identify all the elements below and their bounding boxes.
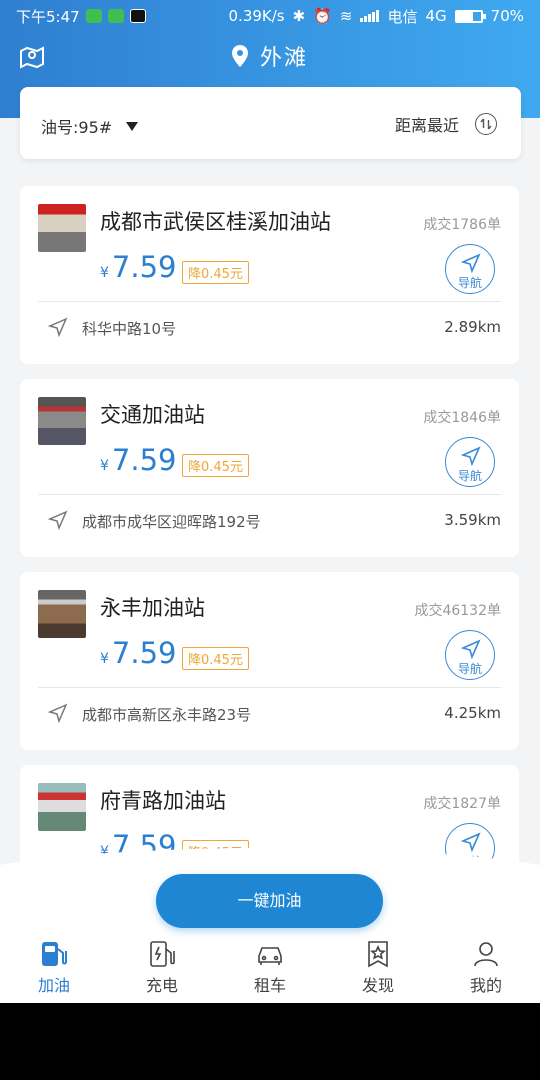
station-name: 永丰加油站 bbox=[100, 596, 205, 620]
navigate-button[interactable]: 导航 bbox=[445, 244, 495, 294]
price-value: 7.59 bbox=[111, 636, 177, 670]
tab-profile[interactable]: 我的 bbox=[432, 940, 540, 1003]
station-address: 科华中路10号 bbox=[82, 320, 177, 338]
station-price: ¥ 7.59 bbox=[100, 250, 177, 284]
fuel-pump-icon bbox=[42, 942, 67, 966]
tab-bar: 加油 充电 租车 发现 我的 bbox=[0, 940, 540, 1003]
fuel-type-label: 油号:95# bbox=[41, 118, 113, 137]
navigation-arrow-icon bbox=[461, 253, 481, 273]
station-photo bbox=[38, 204, 86, 252]
wifi-icon: ≋ bbox=[339, 7, 353, 25]
sort-icon bbox=[475, 113, 497, 135]
carrier-name: 电信 bbox=[387, 7, 418, 26]
station-photo bbox=[38, 590, 86, 638]
qq-icon bbox=[129, 9, 146, 23]
network-type: 4G bbox=[425, 7, 447, 25]
tab-label: 加油 bbox=[37, 976, 70, 995]
battery-icon bbox=[454, 9, 486, 23]
divider bbox=[38, 687, 501, 688]
currency-symbol: ¥ bbox=[100, 458, 109, 474]
tab-charge[interactable]: 充电 bbox=[108, 940, 216, 1003]
status-time: 下午5:47 bbox=[16, 7, 80, 26]
navigate-button[interactable]: 导航 bbox=[445, 630, 495, 680]
navigation-arrow-icon bbox=[461, 639, 481, 659]
station-photo bbox=[38, 397, 86, 445]
navigate-button[interactable]: 导航 bbox=[445, 437, 495, 487]
system-nav-area bbox=[0, 1003, 540, 1080]
battery-percent: 70% bbox=[490, 7, 524, 25]
station-distance: 3.59km bbox=[444, 511, 501, 529]
station-name: 府青路加油站 bbox=[100, 789, 226, 813]
discount-badge: 降0.45元 bbox=[182, 261, 249, 284]
divider bbox=[38, 301, 501, 302]
navigation-arrow-icon bbox=[461, 446, 481, 466]
discount-badge: 降0.45元 bbox=[182, 454, 249, 477]
wechat-icon bbox=[85, 9, 102, 23]
currency-symbol: ¥ bbox=[100, 651, 109, 667]
station-price: ¥ 7.59 bbox=[100, 443, 177, 477]
network-speed: 0.39K/s bbox=[228, 7, 285, 25]
alarm-icon: ⏰ bbox=[313, 7, 332, 25]
location-arrow-icon bbox=[48, 317, 68, 337]
message-icon bbox=[107, 9, 124, 23]
sort-label: 距离最近 bbox=[394, 116, 459, 135]
tab-label: 租车 bbox=[253, 976, 286, 995]
station-name: 交通加油站 bbox=[100, 403, 205, 427]
navigate-label: 导航 bbox=[457, 469, 482, 483]
sort-selector[interactable]: 距离最近 bbox=[395, 112, 497, 136]
station-address: 成都市成华区迎晖路192号 bbox=[82, 513, 261, 531]
location-title[interactable]: 外滩 bbox=[0, 40, 540, 72]
divider bbox=[38, 494, 501, 495]
tab-label: 发现 bbox=[361, 976, 394, 995]
navigate-label: 导航 bbox=[457, 662, 482, 676]
tab-discover[interactable]: 发现 bbox=[324, 940, 432, 1003]
discount-badge: 降0.45元 bbox=[182, 647, 249, 670]
filter-bar: 油号:95# 距离最近 bbox=[20, 87, 521, 159]
station-name: 成都市武侯区桂溪加油站 bbox=[100, 210, 331, 234]
discover-icon bbox=[368, 941, 388, 968]
location-arrow-icon bbox=[48, 703, 68, 723]
location-pin-icon bbox=[231, 45, 248, 67]
station-deals: 成交1786单 bbox=[423, 217, 501, 233]
station-card[interactable]: 交通加油站 成交1846单 ¥ 7.59 降0.45元 导航 成都市成华区迎晖路… bbox=[20, 379, 519, 557]
bluetooth-icon: ✱ bbox=[292, 7, 306, 25]
tab-label: 我的 bbox=[469, 976, 502, 995]
station-price: ¥ 7.59 bbox=[100, 636, 177, 670]
station-distance: 4.25km bbox=[444, 704, 501, 722]
station-card[interactable]: 永丰加油站 成交46132单 ¥ 7.59 降0.45元 导航 成都市高新区永丰… bbox=[20, 572, 519, 750]
tab-car-rental[interactable]: 租车 bbox=[216, 940, 324, 1003]
fuel-type-selector[interactable]: 油号:95# bbox=[41, 114, 139, 138]
status-bar: 下午5:47 0.39K/s ✱ ⏰ ≋ 电信 4G 70% bbox=[0, 0, 540, 32]
station-photo bbox=[38, 783, 86, 831]
price-value: 7.59 bbox=[111, 443, 177, 477]
profile-icon bbox=[474, 942, 498, 967]
one-key-refuel-button[interactable]: 一键加油 bbox=[156, 874, 383, 928]
currency-symbol: ¥ bbox=[100, 265, 109, 281]
price-value: 7.59 bbox=[111, 250, 177, 284]
dropdown-triangle-icon bbox=[126, 121, 139, 131]
location-arrow-icon bbox=[48, 510, 68, 530]
page-title: 外滩 bbox=[259, 46, 308, 71]
station-deals: 成交1846单 bbox=[423, 410, 501, 426]
tab-refuel[interactable]: 加油 bbox=[0, 940, 108, 1003]
station-distance: 2.89km bbox=[444, 318, 501, 336]
charger-icon bbox=[150, 941, 175, 967]
app-screen: 下午5:47 0.39K/s ✱ ⏰ ≋ 电信 4G 70% 外滩 油号:95#… bbox=[0, 0, 540, 1003]
car-icon bbox=[258, 947, 282, 965]
station-card[interactable]: 成都市武侯区桂溪加油站 成交1786单 ¥ 7.59 降0.45元 导航 科华中… bbox=[20, 186, 519, 364]
signal-icon bbox=[360, 10, 380, 22]
station-address: 成都市高新区永丰路23号 bbox=[82, 706, 252, 724]
station-deals: 成交46132单 bbox=[414, 603, 501, 619]
tab-label: 充电 bbox=[145, 976, 178, 995]
bottom-panel: 一键加油 加油 充电 租车 发现 我的 bbox=[0, 848, 540, 1003]
station-deals: 成交1827单 bbox=[423, 796, 501, 812]
navigate-label: 导航 bbox=[457, 276, 482, 290]
navigation-bar: 外滩 bbox=[0, 32, 540, 80]
